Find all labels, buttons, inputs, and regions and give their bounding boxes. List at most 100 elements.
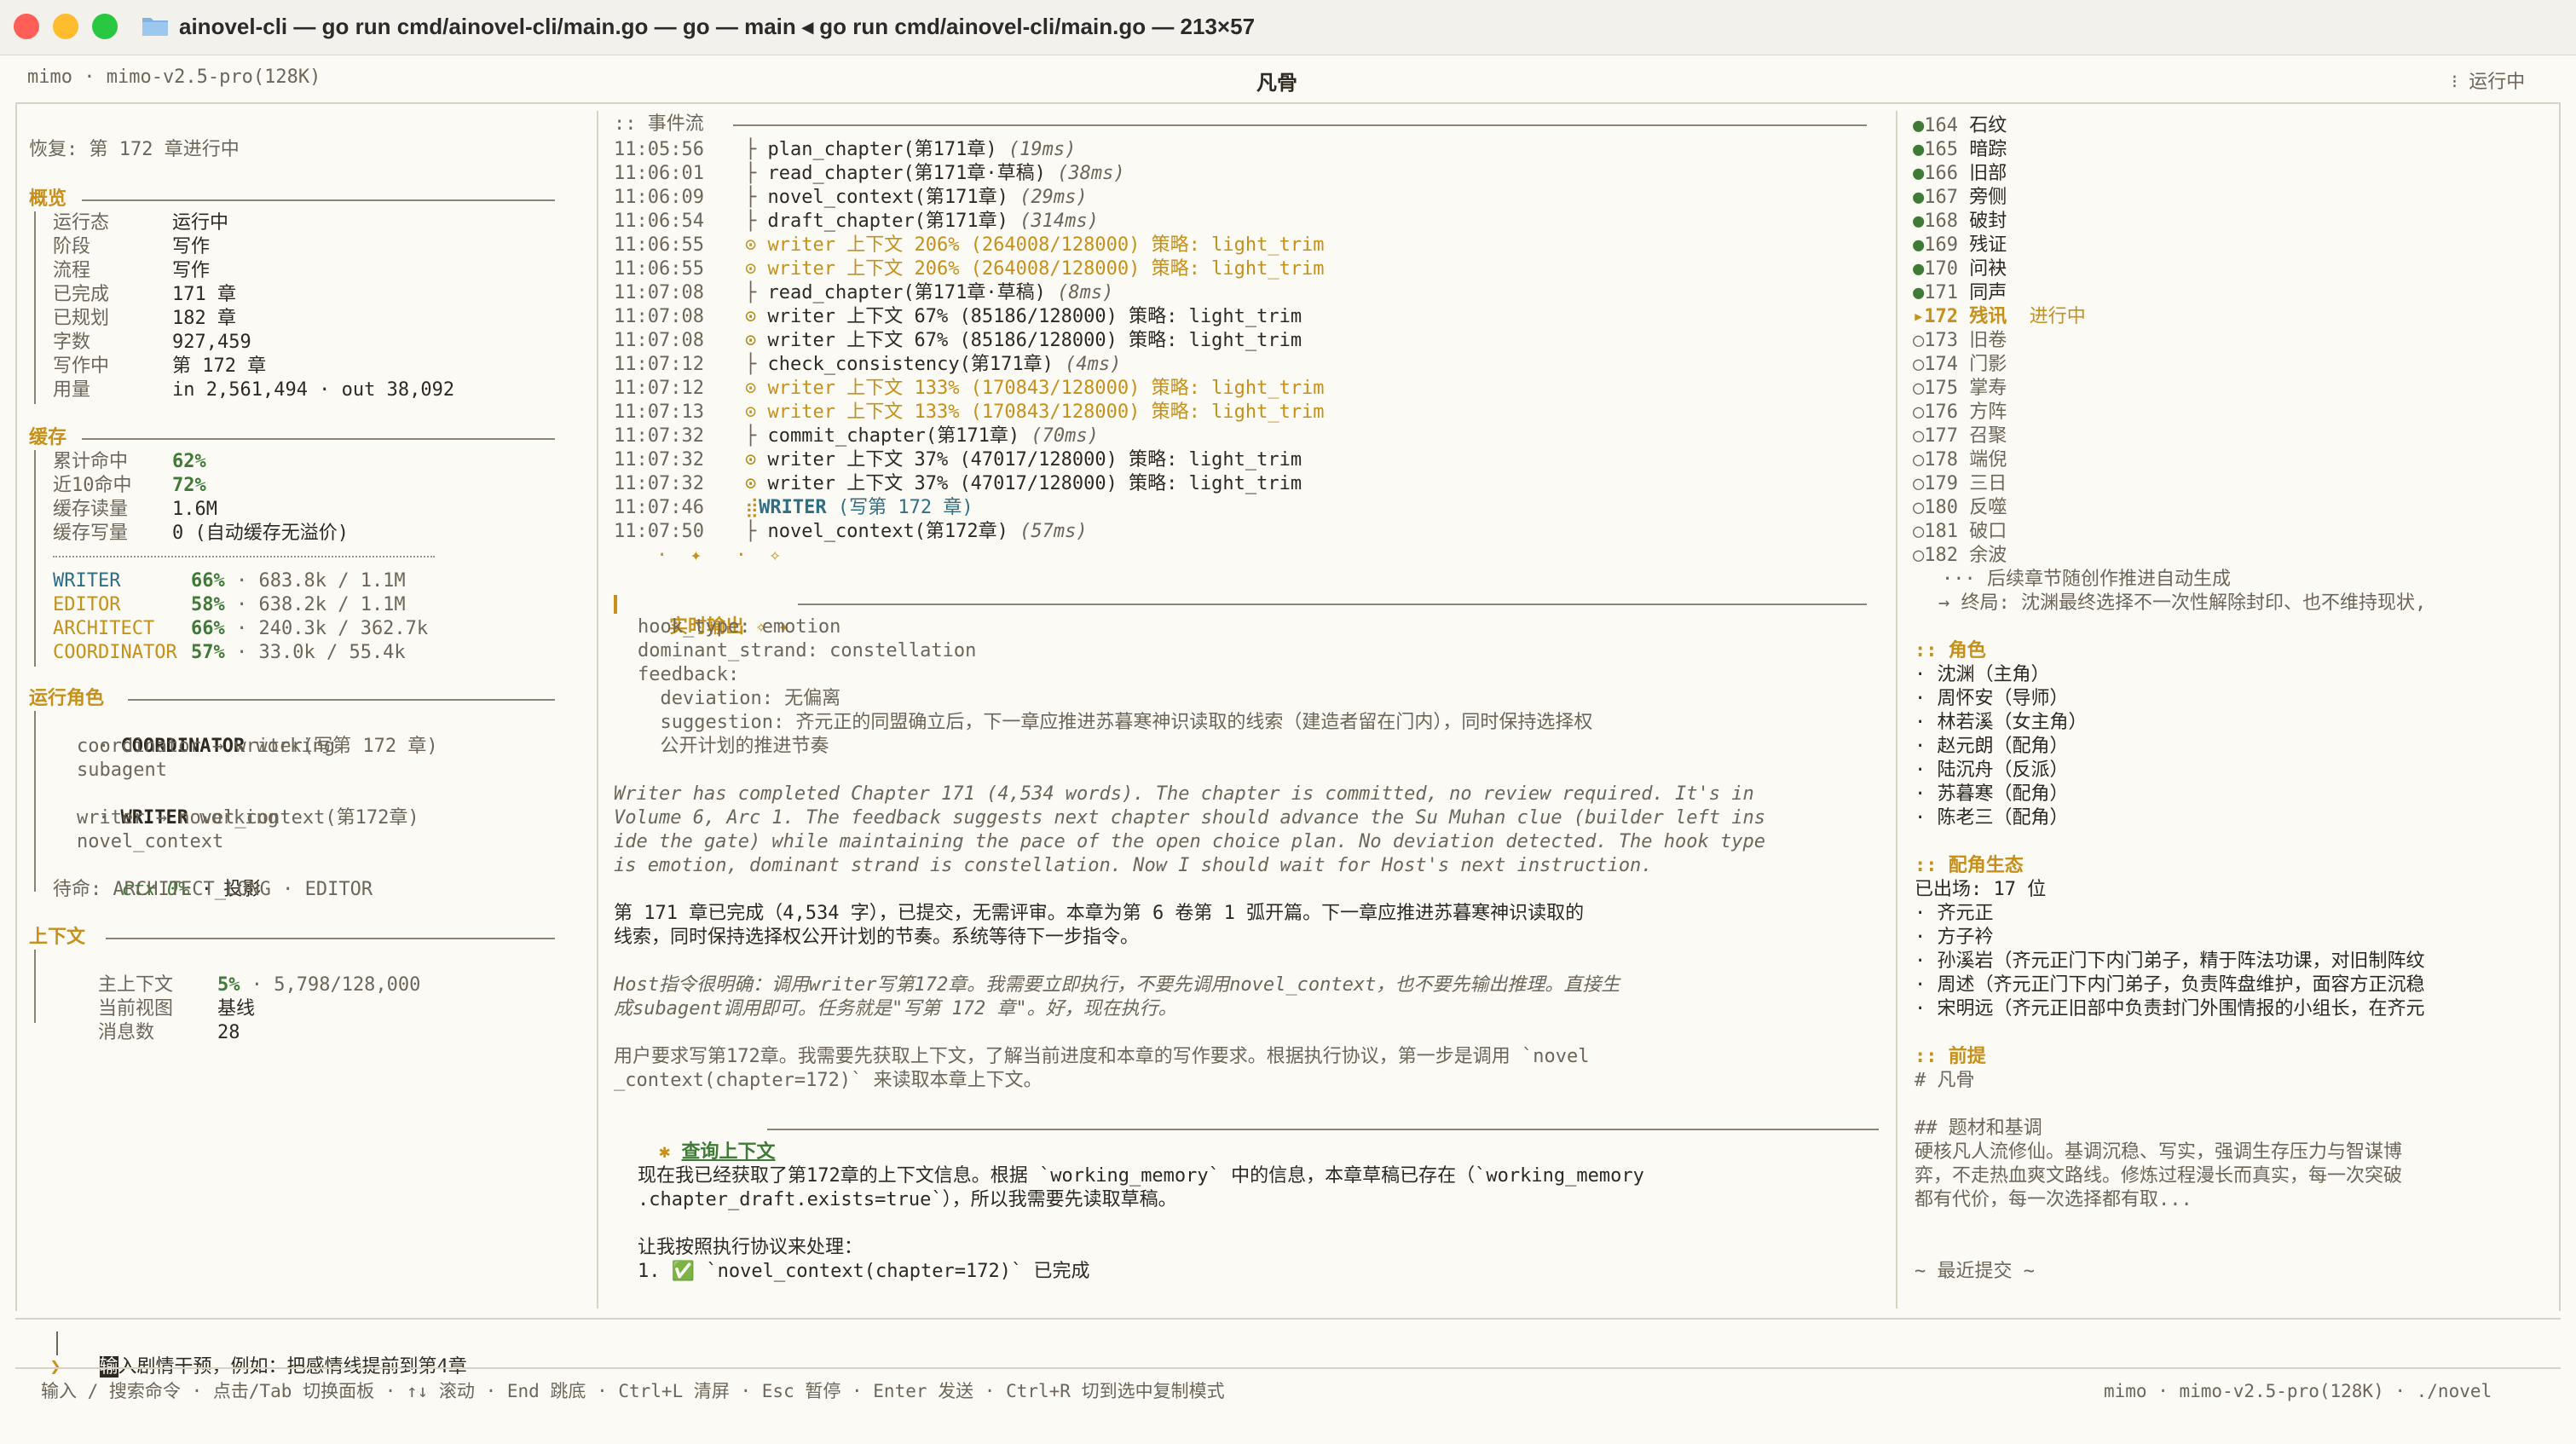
cache-key: 缓存读量 bbox=[53, 499, 129, 520]
tree-branch-icon: ├ bbox=[745, 354, 768, 375]
divider-right bbox=[1896, 111, 1897, 1308]
info-dot-icon: ⊙ bbox=[745, 473, 768, 494]
cache-value: 62% bbox=[172, 451, 206, 472]
agent-usage: · 683.8k / 1.1M bbox=[236, 570, 406, 592]
user-line: 用户要求写第172章。我需要先获取上下文，了解当前进度和本章的写作要求。根据执行… bbox=[614, 1046, 1590, 1067]
cache-row: 近10命中 72% bbox=[53, 474, 206, 498]
chapter-number: 174 bbox=[1924, 354, 1958, 375]
intervention-input[interactable]: 输入剧情干预，例如：把感情线提前到第4章 bbox=[77, 1331, 467, 1378]
event-name: check_consistency(第171章) bbox=[767, 354, 1054, 375]
warning-dot-icon: ⊙ bbox=[745, 378, 768, 399]
overview-value: 写作 bbox=[172, 260, 211, 281]
event-time: 11:07:08 bbox=[614, 306, 704, 327]
event-name: writer 上下文 37% (47017/128000) 策略: light_… bbox=[767, 473, 1302, 494]
chapter-name: 余波 bbox=[1969, 545, 2007, 566]
query-context-header[interactable]: ✱ 查询上下文 bbox=[614, 1117, 776, 1163]
chapter-item[interactable]: ●164 石纹 bbox=[1913, 114, 2007, 138]
agent-pct: 66% bbox=[191, 570, 225, 592]
chapter-item[interactable]: ○182 余波 bbox=[1913, 544, 2007, 568]
overview-row: 阶段 写作 bbox=[53, 235, 210, 259]
chapter-todo-icon: ○ bbox=[1913, 473, 1925, 494]
chapter-item[interactable]: ●171 同声 bbox=[1913, 281, 2007, 305]
cache-row: 缓存读量 1.6M bbox=[53, 498, 217, 522]
event-row: 11:06:55 ⊙ writer 上下文 206% (264008/128000… bbox=[614, 234, 1325, 257]
run-status: ⁝ 运行中 bbox=[2452, 72, 2526, 93]
cache-row: 累计命中 62% bbox=[53, 450, 206, 474]
coordinator-role[interactable]: · COORDINATOR working bbox=[53, 711, 335, 757]
query-line: 让我按照执行协议来处理： bbox=[638, 1237, 863, 1258]
cache-key: 累计命中 bbox=[53, 451, 129, 472]
chapter-item[interactable]: ○179 三日 bbox=[1913, 472, 2007, 496]
event-name: writer 上下文 206% (264008/128000) 策略: ligh… bbox=[767, 258, 1325, 280]
chapter-item[interactable]: ○176 方阵 bbox=[1913, 401, 2007, 425]
tree-branch-icon: ├ bbox=[745, 187, 768, 208]
overview-row: 运行态 运行中 bbox=[53, 211, 228, 235]
window-title: ainovel-cli — go run cmd/ainovel-cli/mai… bbox=[179, 14, 1256, 39]
chapter-name: 反噬 bbox=[1969, 497, 2007, 518]
overview-value: 写作 bbox=[172, 236, 211, 257]
warning-dot-icon: ⊙ bbox=[745, 258, 768, 280]
chapter-item[interactable]: ○178 端倪 bbox=[1913, 448, 2007, 472]
chapter-name: 破封 bbox=[1969, 211, 2007, 232]
agent-usage-row: COORDINATOR 57% · 33.0k / 55.4k bbox=[53, 641, 406, 665]
chapter-item[interactable]: ○173 旧卷 bbox=[1913, 329, 2007, 353]
writer-role[interactable]: · WRITER working bbox=[53, 783, 279, 829]
info-dot-icon: ⊙ bbox=[745, 306, 768, 327]
chapter-name: 端倪 bbox=[1969, 449, 2007, 471]
premise-line: 硬核凡人流修仙。基调沉稳、写实，强调生存压力与智谋博 bbox=[1915, 1141, 2403, 1163]
chapter-item[interactable]: ●170 问袂 bbox=[1913, 257, 2007, 281]
maximize-window-button[interactable] bbox=[92, 14, 118, 39]
event-time: 11:07:08 bbox=[614, 282, 704, 303]
character-item: · 沈渊（主角） bbox=[1915, 664, 2050, 685]
cache-value: 1.6M bbox=[172, 499, 217, 520]
overview-row: 已规划 182 章 bbox=[53, 307, 236, 331]
event-name: writer 上下文 37% (47017/128000) 策略: light_… bbox=[767, 449, 1302, 471]
context-title: 上下文 bbox=[29, 927, 86, 948]
event-row: 11:06:09 ├ novel_context(第171章) (29ms) bbox=[614, 186, 1088, 210]
chapter-name: 旁侧 bbox=[1969, 187, 2007, 208]
chapter-name: 破口 bbox=[1969, 521, 2007, 542]
chapter-number: 182 bbox=[1924, 545, 1958, 566]
overview-key: 运行态 bbox=[53, 212, 110, 234]
chapter-item[interactable]: ●167 旁侧 bbox=[1913, 186, 2007, 210]
chapter-item[interactable]: ○181 破口 bbox=[1913, 520, 2007, 544]
event-time: 11:07:12 bbox=[614, 354, 704, 375]
overview-row: 写作中 第 172 章 bbox=[53, 355, 266, 378]
event-row: 11:06:55 ⊙ writer 上下文 206% (264008/128000… bbox=[614, 257, 1325, 281]
chapter-item[interactable]: ○175 掌寿 bbox=[1913, 377, 2007, 401]
event-duration: (29ms) bbox=[1019, 187, 1088, 208]
chapter-item[interactable]: ▸172 残讯 进行中 bbox=[1913, 305, 2086, 329]
character-item: · 林若溪（女主角） bbox=[1915, 712, 2088, 733]
chapter-number: 165 bbox=[1924, 139, 1958, 160]
event-row: 11:07:32 ⊙ writer 上下文 37% (47017/128000) … bbox=[614, 448, 1302, 472]
chapter-done-icon: ● bbox=[1913, 234, 1925, 256]
live-output-rule bbox=[798, 604, 1867, 605]
chapter-item[interactable]: ●169 残证 bbox=[1913, 234, 2007, 257]
chapter-item[interactable]: ●166 旧部 bbox=[1913, 162, 2007, 186]
overview-value: 182 章 bbox=[172, 308, 236, 329]
input-left-bar bbox=[56, 1331, 58, 1355]
context-rule bbox=[106, 938, 555, 939]
minimize-window-button[interactable] bbox=[53, 14, 78, 39]
character-item: · 周怀安（导师） bbox=[1915, 688, 2069, 709]
chapter-number: 172 bbox=[1924, 306, 1958, 327]
chapter-number: 164 bbox=[1924, 115, 1958, 136]
chapter-item[interactable]: ●168 破封 bbox=[1913, 210, 2007, 234]
loading-spinner: · ✦ · ✧ bbox=[656, 545, 781, 566]
premise-line: ~ 最近提交 ~ bbox=[1915, 1261, 2035, 1282]
chapter-item[interactable]: ○177 召聚 bbox=[1913, 425, 2007, 448]
host-line: Host指令很明确：调用writer写第172章。我需要立即执行，不要先调用no… bbox=[614, 974, 1620, 996]
chapter-item[interactable]: ●165 暗踪 bbox=[1913, 138, 2007, 162]
chapter-todo-icon: ○ bbox=[1913, 401, 1925, 423]
event-name: draft_chapter(第171章) bbox=[767, 211, 1008, 232]
chapter-number: 173 bbox=[1924, 330, 1958, 351]
agent-pct: 57% bbox=[191, 642, 225, 663]
overview-row: 流程 写作 bbox=[53, 259, 210, 283]
chapter-item[interactable]: ○174 门影 bbox=[1913, 353, 2007, 377]
close-window-button[interactable] bbox=[14, 14, 39, 39]
cache-value: 0 (自动缓存无溢价) bbox=[172, 523, 349, 544]
live-output-line: 公开计划的推进节奏 bbox=[638, 736, 829, 757]
chapter-number: 175 bbox=[1924, 378, 1958, 399]
chapter-item[interactable]: ○180 反噬 bbox=[1913, 496, 2007, 520]
chapter-number: 171 bbox=[1924, 282, 1958, 303]
